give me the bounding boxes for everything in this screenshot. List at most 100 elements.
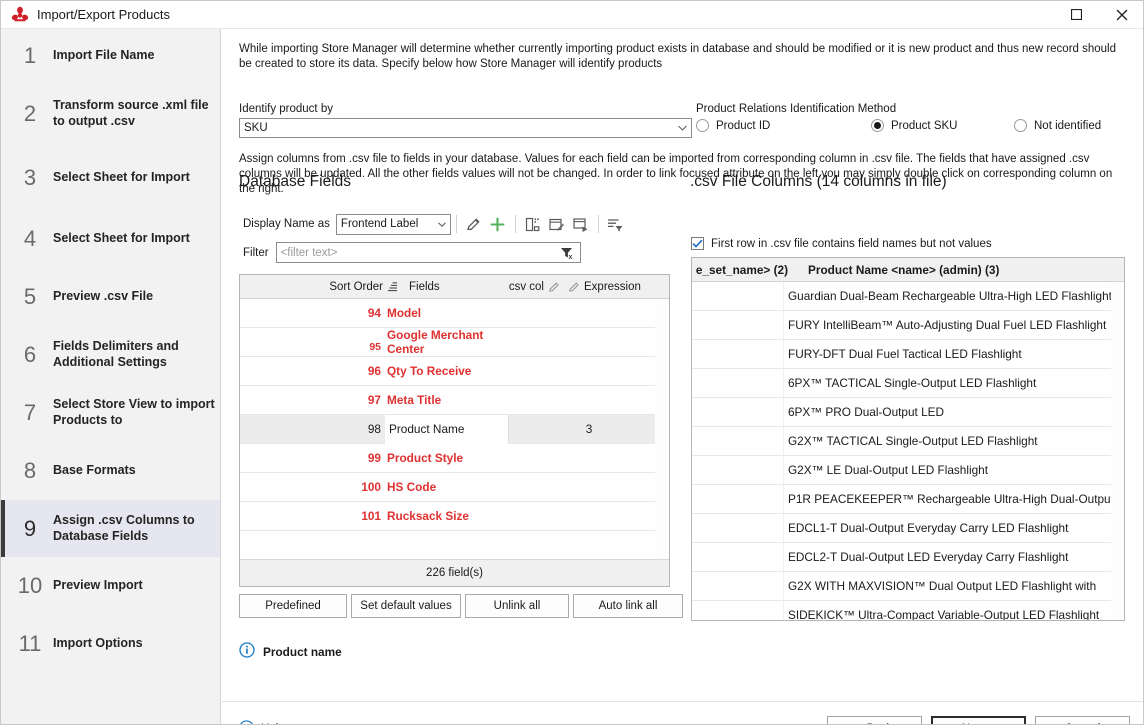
step-label: Assign .csv Columns to Database Fields — [53, 512, 195, 543]
maximize-button[interactable] — [1053, 1, 1099, 29]
assign-columns-icon[interactable] — [521, 213, 545, 235]
csv-cell-attribute-set — [692, 542, 784, 572]
step-label: Base Formats — [53, 463, 136, 478]
step-number: 11 — [18, 631, 42, 656]
sidebar-item-2[interactable]: 2 Transform source .xml file to output .… — [1, 82, 220, 146]
table-row[interactable]: 99 Product Style — [240, 444, 669, 473]
radio-label: Not identified — [1034, 119, 1102, 132]
sidebar-item-9[interactable]: 9 Assign .csv Columns to Database Fields — [1, 500, 220, 557]
auto-link-all-button[interactable]: Auto link all — [573, 594, 683, 618]
identify-product-by-value: SKU — [244, 122, 268, 134]
checkbox-icon[interactable] — [691, 237, 704, 250]
cancel-button[interactable]: Cancel — [1035, 716, 1130, 724]
edit-mapping-icon[interactable] — [545, 213, 569, 235]
table-row[interactable]: 97 Meta Title — [240, 386, 669, 415]
sidebar-item-11[interactable]: 11 Import Options — [1, 615, 220, 673]
sidebar-item-8[interactable]: 8 Base Formats — [1, 442, 220, 500]
radio-circle-icon — [871, 119, 884, 132]
display-name-toolbar: Display Name as Frontend Label — [243, 213, 628, 235]
list-item[interactable]: EDCL2-T Dual-Output LED Everyday Carry F… — [692, 542, 1124, 572]
list-item[interactable]: FURY-DFT Dual Fuel Tactical LED Flashlig… — [692, 339, 1124, 369]
display-name-label: Display Name as — [243, 218, 330, 230]
csv-file-columns-title: .csv File Columns (14 columns in file) — [690, 173, 947, 190]
identify-product-by-select[interactable]: SKU — [239, 118, 692, 138]
step-number: 4 — [23, 226, 37, 251]
next-button[interactable]: Next > — [931, 716, 1026, 724]
csv-cell-attribute-set — [692, 455, 784, 485]
add-plus-icon[interactable] — [486, 213, 510, 235]
radio-not-identified[interactable]: Not identified — [1014, 119, 1101, 132]
list-item[interactable]: 6PX™ TACTICAL Single-Output LED Flashlig… — [692, 368, 1124, 398]
toolbar-divider — [514, 215, 516, 233]
step-number: 9 — [23, 515, 37, 541]
column-header-csv-col[interactable]: csv col — [464, 281, 564, 293]
main-content: While importing Store Manager will deter… — [222, 29, 1143, 724]
csv-cell-attribute-set — [692, 571, 784, 601]
table-row[interactable]: 96 Qty To Receive — [240, 357, 669, 386]
help-link[interactable]: ? Help — [239, 720, 285, 724]
csv-column-header-product-name[interactable]: Product Name <name> (admin) (3) — [790, 263, 999, 277]
row-field-name: Model — [387, 306, 422, 320]
table-row[interactable]: 101 Rucksack Size — [240, 502, 669, 531]
back-button[interactable]: < Back — [827, 716, 922, 724]
sidebar-item-10[interactable]: 10 Preview Import — [1, 557, 220, 615]
display-name-select[interactable]: Frontend Label — [335, 213, 451, 235]
radio-product-sku[interactable]: Product SKU — [871, 119, 1014, 132]
set-default-values-button[interactable]: Set default values — [351, 594, 461, 618]
svg-text:x: x — [569, 254, 573, 260]
sidebar-item-5[interactable]: 5 Preview .csv File — [1, 268, 220, 326]
window-title: Import/Export Products — [37, 7, 170, 22]
close-button[interactable] — [1099, 1, 1143, 29]
csv-cell-product-name: P1R PEACEKEEPER™ Rechargeable Ultra-High… — [788, 492, 1125, 506]
toolbar-divider — [455, 215, 457, 233]
sidebar-item-4[interactable]: 4 Select Sheet for Import — [1, 210, 220, 268]
list-item[interactable]: G2X™ LE Dual-Output LED Flashlight — [692, 455, 1124, 485]
list-item[interactable]: P1R PEACEKEEPER™ Rechargeable Ultra-High… — [692, 484, 1125, 514]
sort-filter-icon[interactable] — [604, 213, 628, 235]
step-number: 7 — [23, 400, 37, 425]
csv-columns-grid[interactable]: e_set_name> (2) Product Name <name> (adm… — [691, 257, 1125, 621]
info-icon — [239, 642, 255, 661]
csv-cell-product-name: SIDEKICK™ Ultra-Compact Variable-Output … — [788, 608, 1100, 621]
import-export-products-window: Import/Export Products 1 Import File Nam… — [0, 0, 1144, 725]
sidebar-item-3[interactable]: 3 Select Sheet for Import — [1, 146, 220, 210]
apply-mapping-icon[interactable] — [569, 213, 593, 235]
table-row[interactable]: 95 Google Merchant Center — [240, 328, 669, 357]
edit-pencil-icon[interactable] — [462, 213, 486, 235]
sidebar-item-6[interactable]: 6 Fields Delimiters and Additional Setti… — [1, 326, 220, 384]
column-header-fields[interactable]: Fields — [400, 281, 464, 293]
csv-column-header-attribute-set[interactable]: e_set_name> (2) — [692, 263, 790, 277]
list-item[interactable]: EDCL1-T Dual-Output Everyday Carry LED F… — [692, 513, 1124, 543]
database-fields-grid[interactable]: Sort Order Fields csv col Expression 94 … — [239, 274, 670, 587]
csv-cell-product-name: 6PX™ TACTICAL Single-Output LED Flashlig… — [788, 376, 1037, 390]
table-row-selected[interactable]: 98 Product Name 3 — [240, 414, 669, 444]
predefined-button[interactable]: Predefined — [239, 594, 347, 618]
table-row[interactable]: 100 HS Code — [240, 473, 669, 502]
window-controls — [1053, 1, 1143, 29]
column-header-sort-order[interactable]: Sort Order — [240, 281, 400, 293]
unlink-all-button[interactable]: Unlink all — [465, 594, 569, 618]
sidebar-item-7[interactable]: 7 Select Store View to import Products t… — [1, 384, 220, 442]
list-item[interactable]: SIDEKICK™ Ultra-Compact Variable-Output … — [692, 600, 1124, 621]
first-row-checkbox-row[interactable]: First row in .csv file contains field na… — [691, 237, 992, 250]
column-header-expression[interactable]: Expression — [564, 281, 669, 293]
csv-grid-scrollbar[interactable] — [1111, 282, 1124, 620]
sidebar-item-1[interactable]: 1 Import File Name — [1, 29, 220, 82]
database-grid-scrollbar[interactable] — [655, 299, 669, 559]
edit-pencil-icon — [549, 281, 559, 291]
step-label: Import Options — [53, 636, 143, 651]
list-item[interactable]: Guardian Dual-Beam Rechargeable Ultra-Hi… — [692, 281, 1124, 311]
table-row[interactable]: 94 Model — [240, 299, 669, 328]
clear-filter-icon[interactable]: x — [556, 246, 580, 260]
row-sort-order: 96 — [367, 364, 381, 378]
list-item[interactable]: 6PX™ PRO Dual-Output LED — [692, 397, 1124, 427]
row-sort-order: 99 — [367, 451, 381, 465]
list-item[interactable]: G2X WITH MAXVISION™ Dual Output LED Flas… — [692, 571, 1124, 601]
step-label: Preview Import — [53, 578, 143, 593]
filter-input[interactable]: <filter text> x — [275, 242, 581, 263]
row-field-name: Google Merchant Center — [387, 328, 484, 356]
radio-circle-icon — [1014, 119, 1027, 132]
list-item[interactable]: FURY IntelliBeam™ Auto-Adjusting Dual Fu… — [692, 310, 1124, 340]
list-item[interactable]: G2X™ TACTICAL Single-Output LED Flashlig… — [692, 426, 1124, 456]
radio-product-id[interactable]: Product ID — [696, 119, 871, 132]
